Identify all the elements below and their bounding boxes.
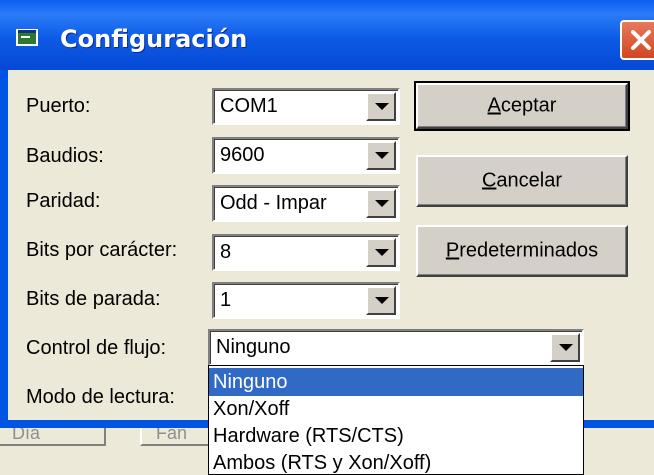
aceptar-accel: A bbox=[487, 94, 501, 117]
title-bar: Configuración bbox=[0, 0, 654, 70]
aceptar-rest: ceptar bbox=[500, 94, 557, 117]
cancelar-accel: C bbox=[481, 169, 497, 192]
chevron-down-icon[interactable] bbox=[366, 286, 396, 315]
label-puerto: Puerto: bbox=[26, 95, 91, 117]
cancelar-button[interactable]: Cancelar bbox=[416, 155, 628, 207]
cancelar-rest: ancelar bbox=[496, 169, 563, 192]
dropdown-option-hardware[interactable]: Hardware (RTS/CTS) bbox=[209, 422, 583, 450]
control-de-flujo-combo[interactable]: Ninguno bbox=[208, 329, 584, 366]
dropdown-option-ninguno[interactable]: Ninguno bbox=[209, 368, 583, 396]
baudios-value: 9600 bbox=[220, 144, 265, 166]
chevron-down-icon[interactable] bbox=[366, 92, 396, 121]
chevron-down-icon[interactable] bbox=[366, 238, 396, 267]
dropdown-option-xon-xoff[interactable]: Xon/Xoff bbox=[209, 395, 583, 423]
baudios-combo[interactable]: 9600 bbox=[212, 137, 400, 174]
control-de-flujo-value: Ninguno bbox=[216, 336, 291, 358]
bits-de-parada-combo[interactable]: 1 bbox=[212, 282, 400, 319]
chevron-down-icon[interactable] bbox=[366, 141, 396, 170]
label-bits-de-parada: Bits de parada: bbox=[26, 288, 161, 310]
aceptar-button[interactable]: Aceptar bbox=[414, 81, 630, 131]
puerto-value: COM1 bbox=[220, 95, 278, 117]
predeterminados-rest: redeterminados bbox=[459, 239, 599, 262]
bits-de-parada-value: 1 bbox=[220, 289, 232, 311]
predeterminados-accel: P bbox=[445, 239, 460, 262]
chevron-down-icon[interactable] bbox=[550, 333, 580, 362]
paridad-combo[interactable]: Odd - Impar bbox=[212, 185, 400, 222]
predeterminados-button[interactable]: Predeterminados bbox=[416, 225, 628, 277]
predeterminados-label: Predeterminados bbox=[418, 240, 626, 263]
control-de-flujo-dropdown-list: Ninguno Xon/Xoff Hardware (RTS/CTS) Ambo… bbox=[208, 365, 584, 475]
label-baudios: Baudios: bbox=[26, 145, 104, 167]
bits-por-caracter-combo[interactable]: 8 bbox=[212, 234, 400, 271]
bits-por-caracter-value: 8 bbox=[220, 241, 232, 263]
label-paridad: Paridad: bbox=[26, 190, 101, 212]
dropdown-option-ambos[interactable]: Ambos (RTS y Xon/Xoff) bbox=[209, 449, 583, 474]
aceptar-label: Aceptar bbox=[418, 95, 626, 118]
close-icon bbox=[631, 30, 651, 50]
cancelar-label: Cancelar bbox=[418, 170, 626, 193]
chevron-down-icon[interactable] bbox=[366, 189, 396, 218]
paridad-value: Odd - Impar bbox=[220, 192, 327, 214]
close-button[interactable] bbox=[620, 20, 654, 60]
puerto-combo[interactable]: COM1 bbox=[212, 88, 400, 125]
dialog-title: Configuración bbox=[60, 25, 248, 53]
label-modo-de-lectura: Modo de lectura: bbox=[26, 386, 175, 408]
window-icon bbox=[16, 29, 38, 46]
label-bits-por-caracter: Bits por carácter: bbox=[26, 239, 178, 261]
label-control-de-flujo: Control de flujo: bbox=[26, 337, 167, 359]
